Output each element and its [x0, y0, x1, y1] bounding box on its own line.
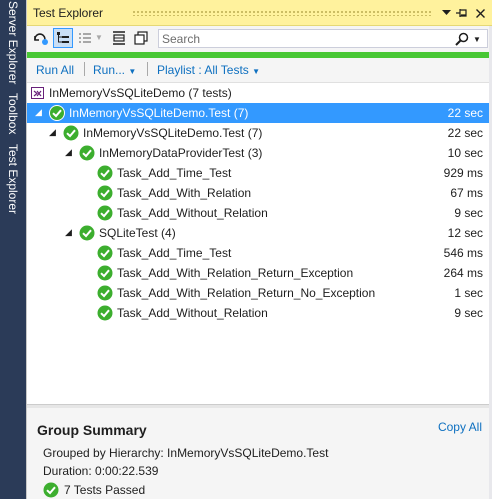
check-circle-icon — [97, 265, 113, 281]
group-summary-panel: Group Summary Copy All Grouped by Hierar… — [27, 408, 492, 499]
title-bar[interactable]: Test Explorer — [27, 0, 492, 26]
tree-row-duration: 22 sec — [447, 126, 483, 140]
chevron-down-icon: ▼ — [252, 67, 261, 76]
tree-row[interactable]: ◢ SQLiteTest (4) 12 sec — [27, 223, 492, 243]
check-circle-icon — [97, 185, 113, 201]
tree-row-duration: 67 ms — [450, 186, 483, 200]
tree-row[interactable]: ◢ InMemoryVsSQLiteDemo.Test (7) 22 sec — [27, 103, 492, 123]
check-circle-icon — [79, 145, 95, 161]
tree-row-duration: 929 ms — [443, 166, 483, 180]
copy-all-link[interactable]: Copy All — [438, 420, 482, 434]
side-tab-label: Server Explorer — [6, 1, 20, 85]
check-circle-icon — [49, 105, 65, 121]
run-icon[interactable] — [31, 28, 51, 48]
check-circle-icon — [63, 125, 79, 141]
solution-root-label: InMemoryVsSQLiteDemo (7 tests) — [49, 86, 232, 100]
side-tab-strip: Server Explorer Toolbox Test Explorer — [0, 0, 26, 499]
solution-root-row[interactable]: InMemoryVsSQLiteDemo (7 tests) — [27, 83, 492, 103]
tree-row-duration: 264 ms — [443, 266, 483, 280]
summary-grouped-by: Grouped by Hierarchy: InMemoryVsSQLiteDe… — [43, 446, 329, 460]
tree-row[interactable]: Task_Add_With_Relation 67 ms — [27, 183, 492, 203]
run-menu-label: Run... — [93, 63, 126, 77]
visual-studio-solution-icon — [31, 86, 45, 103]
tree-row-label: Task_Add_Without_Relation — [117, 206, 268, 220]
chevron-down-icon: ▼ — [128, 67, 137, 76]
tree-row-label: Task_Add_Without_Relation — [117, 306, 268, 320]
tree-row-duration: 22 sec — [447, 106, 483, 120]
title-grip — [132, 10, 433, 16]
tree-row-label: Task_Add_With_Relation_Return_No_Excepti… — [117, 286, 376, 300]
tree-row-label: Task_Add_With_Relation_Return_Exception — [117, 266, 354, 280]
tree-row[interactable]: ◢ InMemoryVsSQLiteDemo.Test (7) 22 sec — [27, 123, 492, 143]
check-circle-icon — [97, 205, 113, 221]
summary-passed-count: 7 Tests Passed — [64, 483, 146, 497]
check-circle-icon — [97, 245, 113, 261]
tree-row-label: InMemoryVsSQLiteDemo.Test (7) — [69, 106, 249, 120]
tree-row[interactable]: Task_Add_Without_Relation 9 sec — [27, 203, 492, 223]
side-tab-label: Test Explorer — [6, 143, 20, 215]
toolbar: ▼ ▼ — [27, 26, 492, 50]
summary-duration: Duration: 0:00:22.539 — [43, 464, 159, 478]
close-icon[interactable] — [473, 6, 487, 20]
check-circle-icon — [97, 285, 113, 301]
pin-icon[interactable] — [455, 6, 469, 20]
run-menu-link[interactable]: Run... ▼ — [93, 63, 136, 77]
summary-title: Group Summary — [37, 422, 147, 438]
tree-row-label: InMemoryVsSQLiteDemo.Test (7) — [83, 126, 263, 140]
check-circle-icon — [79, 225, 95, 241]
playlist-dropdown-icon[interactable]: ▼ — [95, 33, 103, 42]
search-icon[interactable] — [455, 32, 469, 49]
tree-row[interactable]: Task_Add_With_Relation_Return_No_Excepti… — [27, 283, 492, 303]
tree-row-duration: 9 sec — [454, 206, 483, 220]
tree-row-label: SQLiteTest (4) — [99, 226, 176, 240]
expander-icon[interactable]: ◢ — [65, 147, 72, 158]
playlist-menu-label: Playlist : All Tests — [157, 63, 249, 77]
search-input[interactable] — [162, 31, 442, 46]
expander-icon[interactable]: ◢ — [65, 227, 72, 238]
tree-row[interactable]: Task_Add_Without_Relation 9 sec — [27, 303, 492, 323]
window-menu-dropdown-icon[interactable] — [439, 6, 453, 20]
run-all-link[interactable]: Run All — [36, 63, 74, 77]
search-box[interactable]: ▼ — [158, 29, 488, 48]
tree-row-duration: 9 sec — [454, 306, 483, 320]
side-tab-label: Toolbox — [6, 93, 20, 135]
group-by-hierarchy-icon[interactable] — [53, 28, 73, 48]
tree-row-label: Task_Add_Time_Test — [117, 246, 232, 260]
tree-row-duration: 546 ms — [443, 246, 483, 260]
playlist-menu-link[interactable]: Playlist : All Tests ▼ — [157, 63, 260, 77]
tree-row-label: Task_Add_Time_Test — [117, 166, 232, 180]
copy-icon[interactable] — [131, 28, 151, 48]
expander-icon[interactable]: ◢ — [49, 127, 56, 138]
command-separator — [147, 62, 148, 76]
tree-row-duration: 10 sec — [447, 146, 483, 160]
check-circle-icon — [97, 305, 113, 321]
check-circle-icon — [43, 482, 59, 499]
tree-row[interactable]: Task_Add_With_Relation_Return_Exception 2… — [27, 263, 492, 283]
side-tab-toolbox[interactable]: Toolbox — [3, 88, 23, 140]
check-circle-icon — [97, 165, 113, 181]
tree-row[interactable]: ◢ InMemoryDataProviderTest (3) 10 sec — [27, 143, 492, 163]
tree-row-duration: 1 sec — [454, 286, 483, 300]
window-title: Test Explorer — [33, 6, 104, 20]
playlist-icon[interactable] — [75, 28, 95, 48]
tree-row-label: InMemoryDataProviderTest (3) — [99, 146, 263, 160]
collapse-all-icon[interactable] — [109, 28, 129, 48]
test-tree[interactable]: InMemoryVsSQLiteDemo (7 tests) ◢ InMemory… — [27, 82, 492, 404]
tree-row-label: Task_Add_With_Relation — [117, 186, 252, 200]
side-tab-server-explorer[interactable]: Server Explorer — [3, 1, 23, 85]
expander-icon[interactable]: ◢ — [35, 107, 42, 118]
tree-row[interactable]: Task_Add_Time_Test 929 ms — [27, 163, 492, 183]
command-bar: Run All Run... ▼ Playlist : All Tests ▼ — [27, 58, 492, 82]
search-options-dropdown-icon[interactable]: ▼ — [473, 35, 481, 44]
test-explorer-window: Test Explorer ▼ Search ▼ Run All Run... … — [26, 0, 492, 499]
tree-row-duration: 12 sec — [447, 226, 483, 240]
tree-row[interactable]: Task_Add_Time_Test 546 ms — [27, 243, 492, 263]
side-tab-test-explorer[interactable]: Test Explorer — [3, 144, 23, 214]
command-separator — [84, 62, 85, 76]
